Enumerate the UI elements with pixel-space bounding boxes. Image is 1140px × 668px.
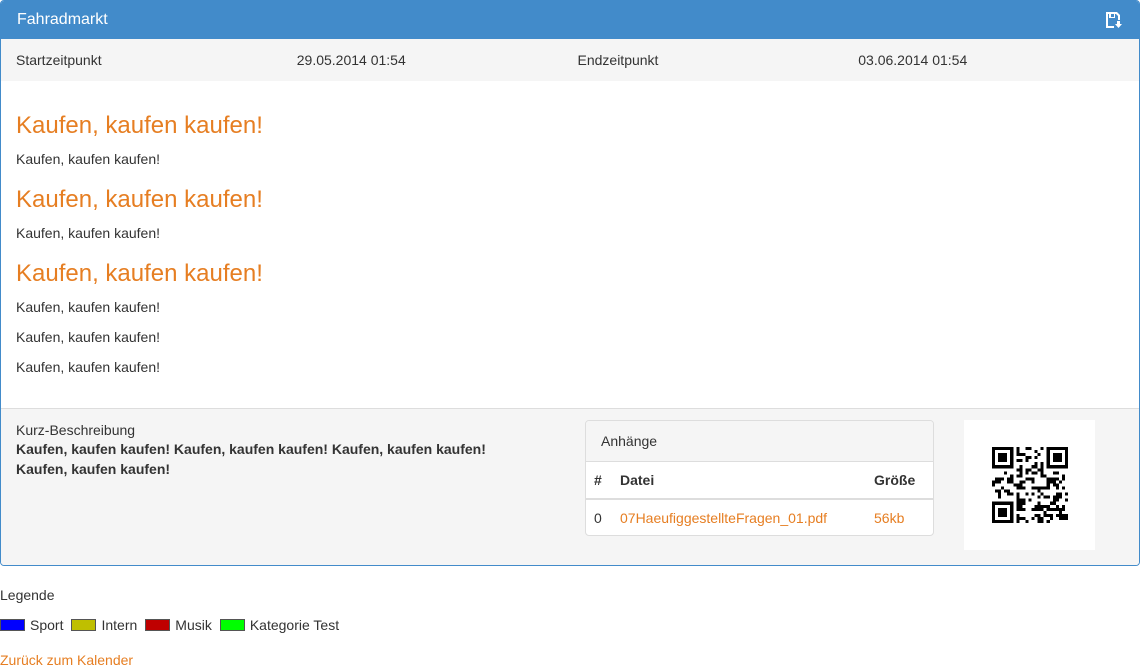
start-value: 29.05.2014 01:54	[296, 52, 406, 68]
end-label: Endzeitpunkt	[577, 52, 659, 68]
legend-title: Legende	[0, 587, 55, 603]
panel-header: Fahradmarkt	[1, 1, 1139, 39]
content-paragraph: Kaufen, kaufen kaufen!	[16, 359, 160, 375]
event-panel: Fahradmarkt Startzeitpunkt 29.05.2014 01…	[0, 0, 1140, 566]
legend-label: Intern	[101, 617, 138, 633]
panel-footer: Kurz-Beschreibung Kaufen, kaufen kaufen!…	[1, 408, 1139, 565]
content-paragraph: Kaufen, kaufen kaufen!	[16, 329, 160, 345]
content-paragraph: Kaufen, kaufen kaufen!	[16, 299, 160, 315]
legend-item: Musik	[145, 617, 212, 633]
content-heading: Kaufen, kaufen kaufen!	[16, 186, 263, 213]
legend-item: Kategorie Test	[219, 617, 340, 633]
start-label: Startzeitpunkt	[16, 52, 102, 68]
content-paragraph: Kaufen, kaufen kaufen!	[16, 151, 160, 167]
qr-code-icon	[964, 420, 1095, 550]
short-description: Kurz-Beschreibung Kaufen, kaufen kaufen!…	[16, 421, 536, 479]
column-header-index: #	[586, 462, 612, 500]
legend-item: Intern	[71, 617, 137, 633]
table-header-row: # Datei Größe	[586, 462, 933, 500]
column-header-file: Datei	[612, 462, 866, 500]
attachment-size-link[interactable]: 56kb	[874, 510, 904, 526]
attachment-index: 0	[594, 509, 602, 526]
column-header-size: Größe	[866, 462, 933, 500]
event-description: Kaufen, kaufen kaufen! Kaufen, kaufen ka…	[1, 81, 1139, 409]
attachments-title: Anhänge	[586, 421, 933, 462]
short-description-label: Kurz-Beschreibung	[16, 422, 136, 438]
time-row: Startzeitpunkt 29.05.2014 01:54 Endzeitp…	[1, 39, 1139, 81]
short-description-text: Kaufen, kaufen kaufen! Kaufen, kaufen ka…	[16, 441, 486, 477]
panel-title: Fahradmarkt	[17, 11, 108, 28]
legend-swatch-sport	[0, 619, 25, 631]
attachments-table: # Datei Größe 0 07HaeufiggestellteFragen…	[586, 462, 933, 535]
content-paragraph: Kaufen, kaufen kaufen!	[16, 225, 160, 241]
legend: Sport Intern Musik Kategorie Test	[0, 617, 347, 633]
content-heading: Kaufen, kaufen kaufen!	[16, 260, 263, 287]
attachments-panel: Anhänge # Datei Größe 0 07Haeufiggestell…	[585, 420, 934, 536]
legend-label: Kategorie Test	[249, 617, 340, 633]
legend-label: Sport	[30, 617, 64, 633]
legend-label: Musik	[175, 617, 212, 633]
legend-swatch-musik	[145, 619, 171, 631]
save-icon[interactable]	[1105, 11, 1123, 29]
legend-swatch-kategorie-test	[219, 619, 245, 631]
back-to-calendar-link[interactable]: Zurück zum Kalender	[0, 652, 133, 668]
legend-swatch-intern	[71, 619, 97, 631]
content-heading: Kaufen, kaufen kaufen!	[16, 112, 263, 139]
table-row: 0 07HaeufiggestellteFragen_01.pdf 56kb	[586, 499, 933, 535]
end-value: 03.06.2014 01:54	[858, 52, 968, 68]
attachment-file-link[interactable]: 07HaeufiggestellteFragen_01.pdf	[620, 510, 827, 526]
legend-item: Sport	[0, 617, 63, 633]
